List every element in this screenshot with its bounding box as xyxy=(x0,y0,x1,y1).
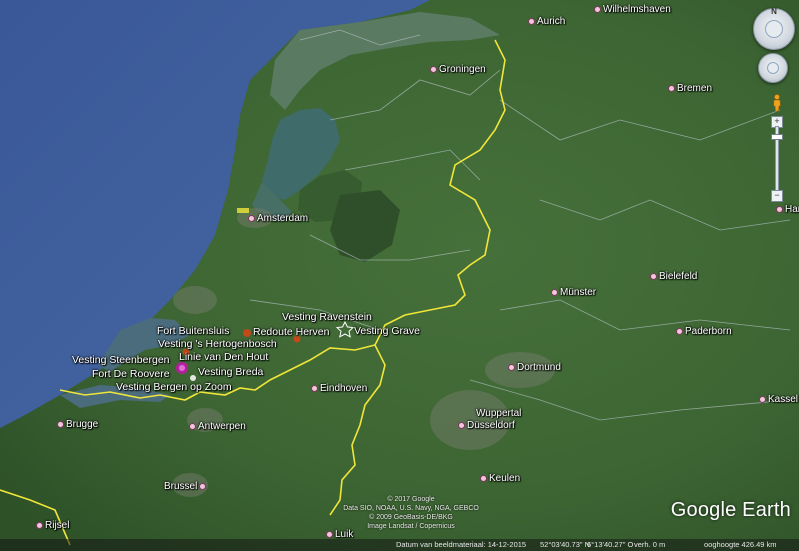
city-dot xyxy=(528,17,535,25)
place-label-fort-buitensluis[interactable]: Fort Buitensluis xyxy=(157,325,229,337)
zoom-thumb[interactable] xyxy=(771,133,783,140)
attribution-line: © 2009 GeoBasis-DE/BKG xyxy=(369,514,453,521)
city-label-rijsel[interactable]: Rijsel xyxy=(36,520,69,531)
city-dot xyxy=(776,205,783,213)
zoom-out-button[interactable]: − xyxy=(771,190,783,202)
longitude-readout: 6°13'40.27" O xyxy=(587,540,634,549)
place-label-vesting-grave[interactable]: Vesting Grave xyxy=(354,325,420,337)
move-center[interactable] xyxy=(767,62,779,74)
city-label-paderborn[interactable]: Paderborn xyxy=(676,326,732,337)
city-label-keulen[interactable]: Keulen xyxy=(480,473,520,484)
city-label-antwerpen[interactable]: Antwerpen xyxy=(189,421,246,432)
move-ring[interactable] xyxy=(758,53,788,83)
city-label-bremen[interactable]: Bremen xyxy=(668,83,712,94)
city-dot xyxy=(480,474,487,482)
city-label-brussel[interactable]: Brussel xyxy=(164,481,208,492)
city-dot xyxy=(650,272,657,280)
eye-altitude-readout: ooghoogte 426.49 km xyxy=(704,540,777,549)
city-dot xyxy=(508,363,515,371)
city-dot xyxy=(594,5,601,13)
city-label-amsterdam[interactable]: Amsterdam xyxy=(248,213,308,224)
city-label-dortmund[interactable]: Dortmund xyxy=(508,362,561,373)
city-dot xyxy=(676,327,683,335)
city-dot xyxy=(326,530,333,538)
city-dot xyxy=(199,482,207,490)
city-dot xyxy=(430,65,437,73)
image-date: Datum van beeldmateriaal: 14-12-2015 xyxy=(396,540,527,549)
city-dot xyxy=(668,84,675,92)
city-label-groningen[interactable]: Groningen xyxy=(430,64,486,75)
look-center[interactable] xyxy=(765,20,783,38)
city-dot xyxy=(759,395,766,403)
elevation-readout: verh. 0 m xyxy=(634,540,666,549)
city-dot xyxy=(57,420,64,428)
city-label-munster[interactable]: Münster xyxy=(551,287,596,298)
city-dot xyxy=(311,384,318,392)
compass-control[interactable]: N xyxy=(753,7,795,50)
street-view-pegman-icon[interactable] xyxy=(772,94,782,112)
place-label-vesting-bergen-op-zoom[interactable]: Vesting Bergen op Zoom xyxy=(116,381,232,393)
place-label-vesting-breda[interactable]: Vesting Breda xyxy=(198,366,263,378)
north-indicator[interactable]: N xyxy=(771,7,777,16)
latitude-readout: 52°03'40.73" N xyxy=(540,540,591,549)
city-label-wilhelmshaven[interactable]: Wilhelmshaven xyxy=(594,4,671,15)
city-label-kassel[interactable]: Kassel xyxy=(759,394,798,405)
place-label-fort-de-roovere[interactable]: Fort De Roovere xyxy=(92,368,170,380)
attribution-line: Image Landsat / Copernicus xyxy=(367,523,455,530)
city-dot xyxy=(36,521,43,529)
city-dot xyxy=(248,214,255,222)
google-earth-logo: Google Earth xyxy=(670,499,791,521)
city-label-aurich[interactable]: Aurich xyxy=(528,16,565,27)
city-label-bielefeld[interactable]: Bielefeld xyxy=(650,271,697,282)
look-ring[interactable]: N xyxy=(753,7,795,50)
city-dot xyxy=(189,422,196,430)
map-viewport[interactable]: Aurich Wilhelmshaven Groningen Bremen Am… xyxy=(0,0,799,551)
place-label-linie-van-den-hout[interactable]: Linie van Den Hout xyxy=(179,351,268,363)
place-label-redoute-herven[interactable]: Redoute Herven xyxy=(253,326,329,338)
map-attribution: © 2017 Google Data SIO, NOAA, U.S. Navy,… xyxy=(326,495,496,531)
place-label-vesting-steenbergen[interactable]: Vesting Steenbergen xyxy=(72,354,170,366)
city-dot xyxy=(458,421,465,429)
status-bar: Datum van beeldmateriaal: 14-12-2015 52°… xyxy=(0,539,799,551)
city-label-brugge[interactable]: Brugge xyxy=(57,419,98,430)
attribution-line: © 2017 Google xyxy=(387,496,435,503)
attribution-line: Data SIO, NOAA, U.S. Navy, NGA, GEBCO xyxy=(343,505,479,512)
move-control[interactable] xyxy=(758,53,788,83)
place-label-vesting-hertogenbosch[interactable]: Vesting 's Hertogenbosch xyxy=(158,338,277,350)
zoom-slider[interactable]: + − xyxy=(771,116,783,206)
city-label-eindhoven[interactable]: Eindhoven xyxy=(311,383,367,394)
city-dot xyxy=(551,288,558,296)
place-label-vesting-ravenstein[interactable]: Vesting Ravenstein xyxy=(282,311,372,323)
city-label-wuppertal[interactable]: Wuppertal xyxy=(476,408,521,419)
city-label-dusseldorf[interactable]: Düsseldorf xyxy=(458,420,515,431)
